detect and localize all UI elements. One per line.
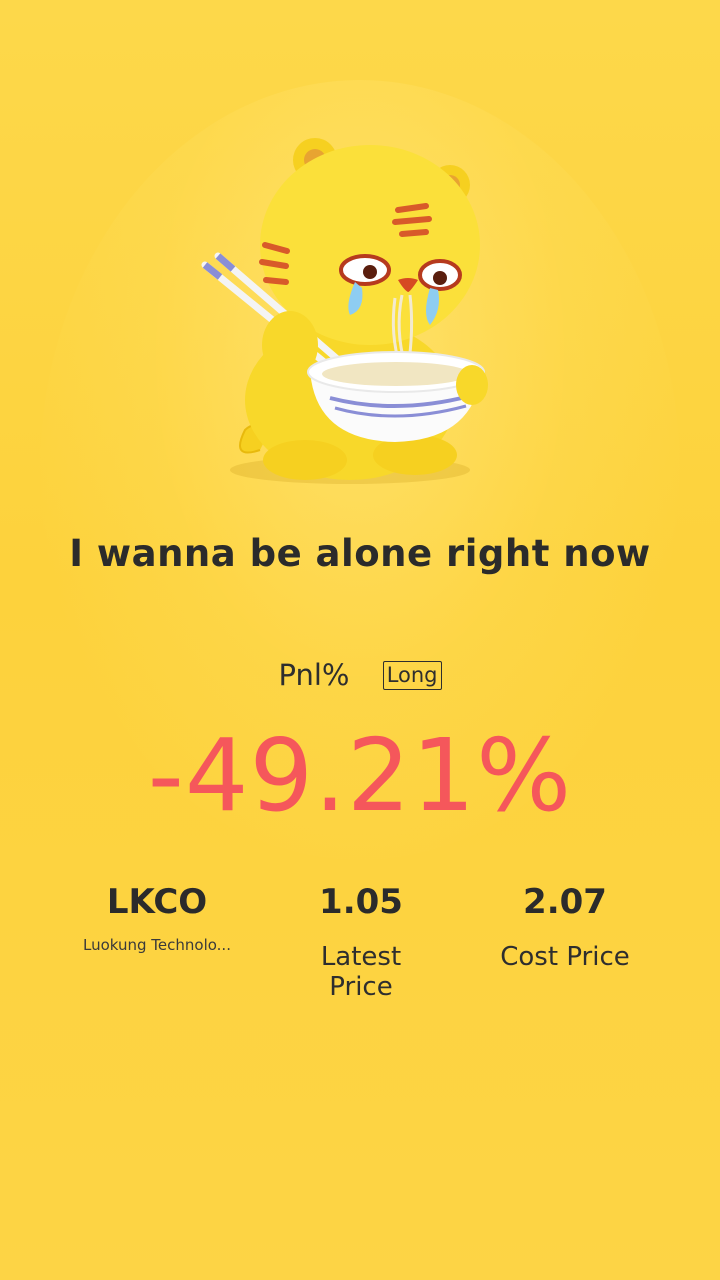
latest-price-stat: 1.05 Latest Price — [259, 878, 463, 1002]
pnl-header: Pnl% Long — [0, 656, 720, 692]
pnl-percentage: -49.21% — [147, 717, 573, 834]
mood-headline: I wanna be alone right now — [69, 532, 651, 575]
cost-price-label: Cost Price — [500, 942, 630, 972]
stock-info: LKCO Luokung Technolo... — [55, 878, 259, 954]
crying-tiger-eating-noodles-icon — [201, 138, 488, 484]
pnl-label: Pnl% — [278, 658, 350, 692]
cost-price-stat: 2.07 Cost Price — [463, 878, 667, 972]
position-stats: LKCO Luokung Technolo... 1.05 Latest Pri… — [55, 878, 667, 1018]
latest-price-value: 1.05 — [319, 882, 403, 922]
company-name: Luokung Technolo... — [83, 936, 231, 954]
cost-price-value: 2.07 — [523, 882, 607, 922]
position-type-badge: Long — [382, 660, 442, 690]
stock-symbol: LKCO — [106, 882, 208, 922]
latest-price-label: Latest Price — [320, 942, 402, 1002]
